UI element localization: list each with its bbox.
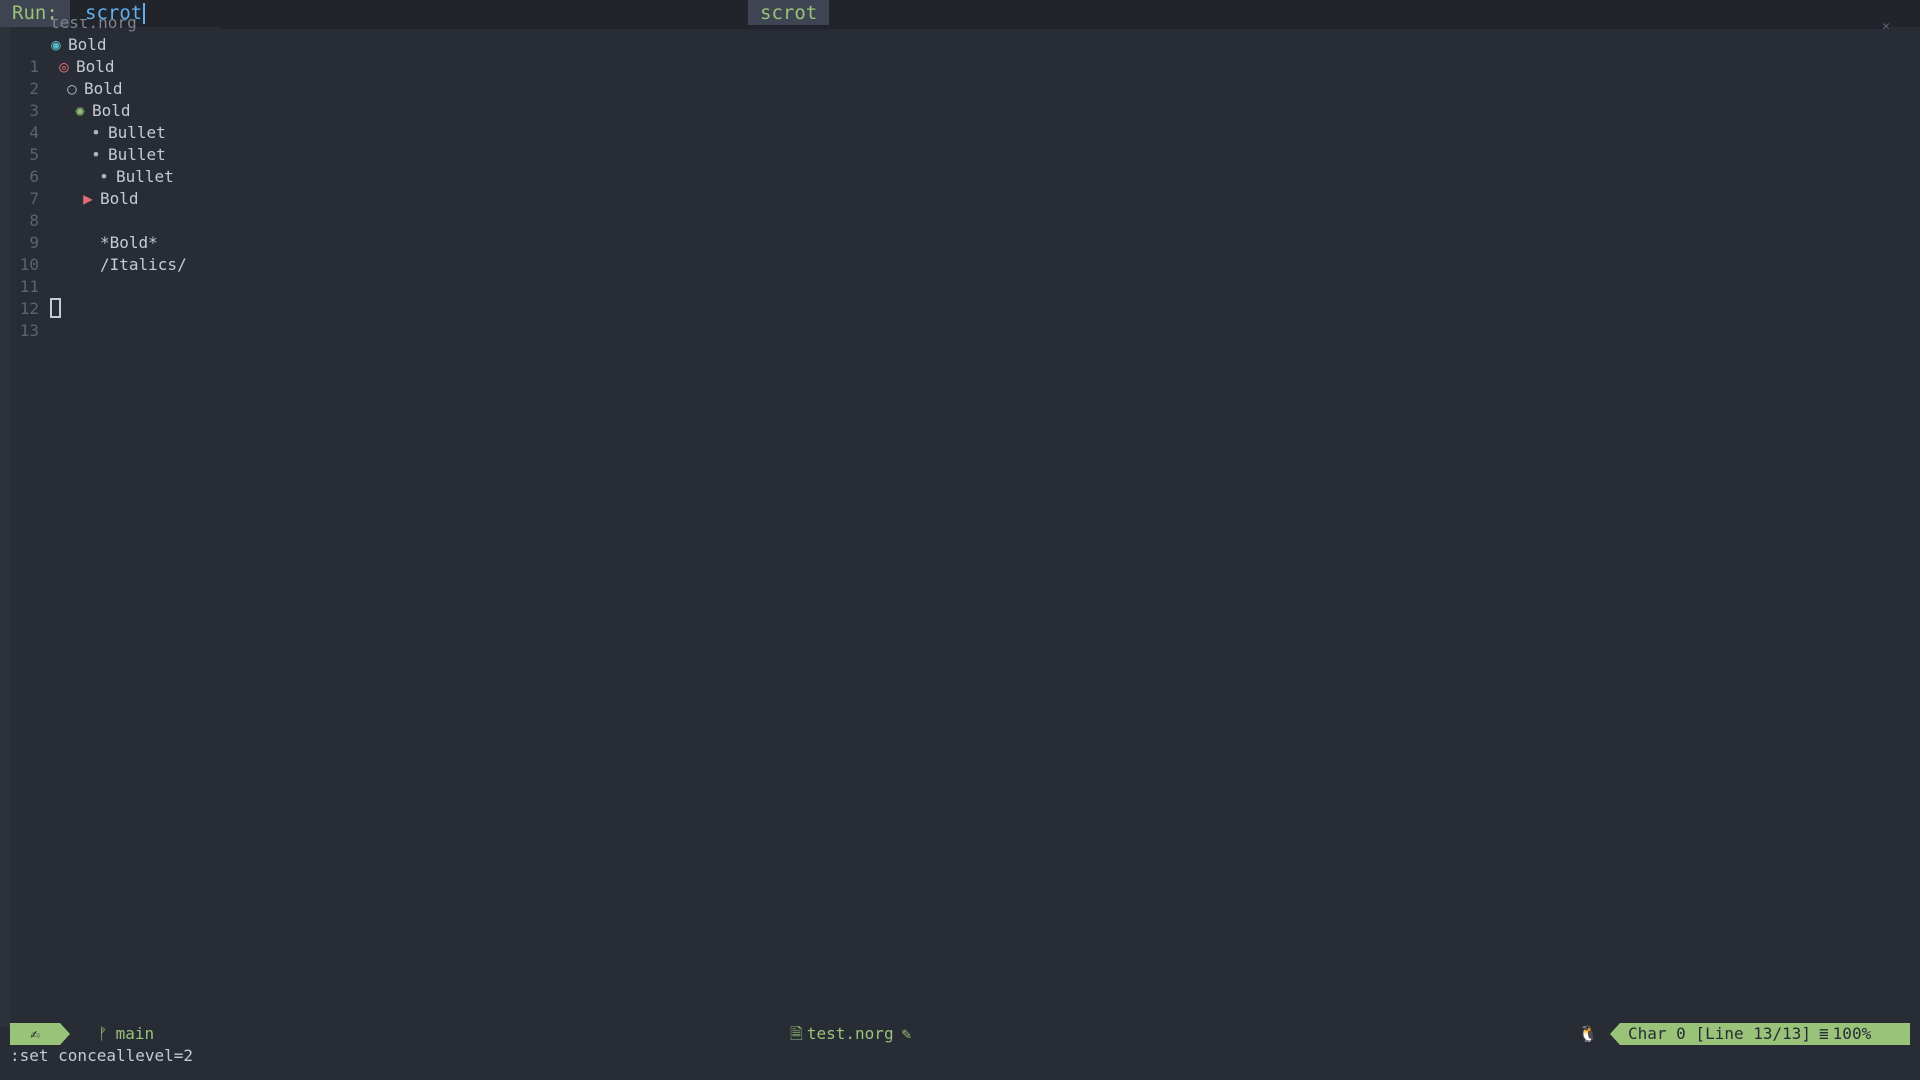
buffer-line-9: 9 — [10, 210, 1890, 252]
mode-separator — [60, 1023, 70, 1045]
bullet-text: Bullet — [108, 123, 166, 142]
buffer-line-13: 13 — [10, 298, 1890, 340]
bullet-icon: • — [91, 145, 101, 164]
buffer-line-12: 12 — [10, 276, 1890, 318]
file-name: test.norg — [806, 1024, 894, 1043]
cursor-position: Char 0 [Line 13/13] ≣ 100% — [1620, 1023, 1910, 1045]
buffer-line-2: 2 ◎ Bold — [10, 56, 1890, 98]
scroll-percent: 100% — [1832, 1024, 1872, 1043]
position-text: Char 0 [Line 13/13] — [1628, 1024, 1812, 1043]
screen: Run: scrot scrot test.norg ✕ 1 ◉ Bold 2 ◎… — [0, 0, 1920, 1080]
git-branch-icon: ᚠ — [98, 1024, 108, 1043]
buffer-line-8: 8 ▶ Bold — [10, 188, 1890, 230]
close-icon[interactable]: ✕ — [1882, 19, 1890, 33]
status-line: ✍ ᚠ main 🗎 test.norg ✎ 🐧 Char 0 [Line 13/13… — [10, 1023, 1910, 1045]
bullet-text: Bullet — [116, 167, 174, 186]
buffer-line-11: 11 /Italics/ — [10, 254, 1890, 296]
file-icon: 🗎 — [790, 1024, 803, 1043]
heading3-icon: ○ — [67, 79, 77, 98]
file-info: 🗎 test.norg ✎ — [790, 1023, 911, 1045]
bullet-text: Bullet — [108, 145, 166, 164]
buffer-lines[interactable]: 1 ◉ Bold 2 ◎ Bold 3 ○ Bold 4 ✺ Bold 5 • Bulle… — [10, 34, 1890, 340]
buffer-line-4: 4 ✺ Bold — [10, 100, 1890, 142]
heading2-icon: ◎ — [59, 57, 69, 76]
buffer-line-1: 1 ◉ Bold — [10, 34, 1890, 76]
buffer-line-10: 10 *Bold* — [10, 232, 1890, 274]
buffer-line-7: 7 • Bullet — [10, 166, 1890, 208]
heading4-icon: ✺ — [75, 101, 85, 120]
bold-markup-text: *Bold* — [100, 233, 158, 252]
heading-text: Bold — [84, 79, 123, 98]
heading-text: Bold — [76, 57, 115, 76]
position-separator — [1610, 1023, 1620, 1045]
winbar-divider — [220, 25, 1890, 29]
heading-text: Bold — [100, 189, 139, 208]
text-cursor — [50, 298, 61, 318]
heading-text: Bold — [68, 35, 107, 54]
italics-markup-text: /Italics/ — [100, 255, 187, 274]
winbar-tab[interactable]: test.norg — [50, 19, 137, 32]
heading1-icon: ◉ — [51, 35, 61, 54]
winbar: test.norg ✕ — [10, 19, 1910, 33]
buffer-line-3: 3 ○ Bold — [10, 78, 1890, 120]
branch-name: main — [115, 1024, 155, 1043]
git-branch: ᚠ main — [98, 1023, 154, 1045]
linux-icon: 🐧 — [1578, 1024, 1598, 1043]
buffer-line-6: 6 • Bullet — [10, 144, 1890, 186]
bullet-icon: • — [99, 167, 109, 186]
fold-arrow-icon[interactable]: ▶ — [82, 188, 94, 210]
progress-icon: ≣ — [1819, 1024, 1829, 1043]
pencil-icon: ✎ — [901, 1024, 912, 1043]
heading-text: Bold — [92, 101, 131, 120]
command-line[interactable]: :set conceallevel=2 — [10, 1045, 1910, 1067]
window-left-edge — [0, 27, 10, 1027]
mode-icon: ✍ — [10, 1023, 60, 1045]
line-number: 13 — [19, 321, 39, 340]
bullet-icon: • — [91, 123, 101, 142]
buffer-line-5: 5 • Bullet — [10, 122, 1890, 164]
